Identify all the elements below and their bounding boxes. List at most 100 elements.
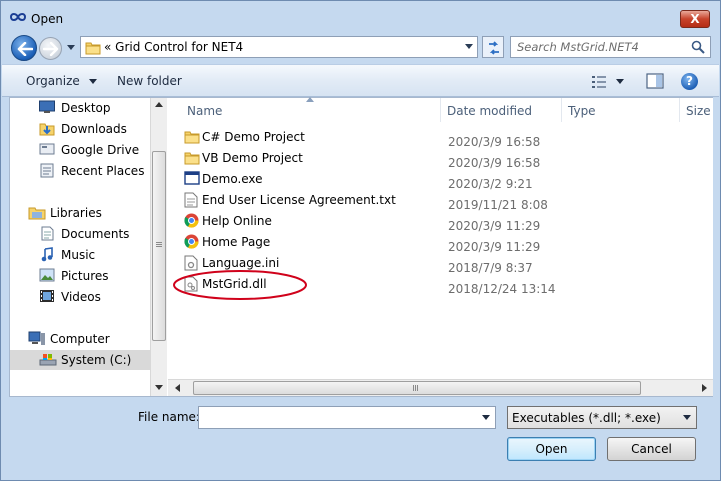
chrome-link-icon xyxy=(184,213,199,228)
scrollbar-thumb[interactable] xyxy=(152,151,166,341)
preview-pane-icon[interactable] xyxy=(646,73,664,89)
file-row[interactable]: C# Demo Project xyxy=(178,126,398,147)
nav-item-desktop[interactable]: Desktop xyxy=(10,98,150,118)
app-icon xyxy=(10,13,26,21)
breadcrumb[interactable]: « Grid Control for NET4 xyxy=(104,40,243,54)
date-cell: 2020/3/9 16:58 xyxy=(448,135,541,149)
file-row[interactable]: Language.ini xyxy=(178,252,398,273)
chevron-down-icon[interactable] xyxy=(482,415,490,420)
desktop-icon xyxy=(39,100,55,113)
text-file-icon xyxy=(184,192,198,208)
nav-item-label: Google Drive xyxy=(61,143,140,157)
nav-item-label: Music xyxy=(61,248,96,262)
new-folder-button[interactable]: New folder xyxy=(117,74,182,88)
back-button[interactable] xyxy=(11,35,37,61)
nav-item-libraries[interactable]: Libraries xyxy=(10,203,150,223)
horizontal-scrollbar[interactable] xyxy=(168,379,713,396)
nav-item-label: Videos xyxy=(61,290,101,304)
file-name-input[interactable] xyxy=(202,410,472,426)
dll-file-icon xyxy=(184,276,198,292)
nav-item-downloads[interactable]: Downloads xyxy=(10,119,150,139)
scroll-down-icon[interactable] xyxy=(155,385,163,390)
scrollbar-thumb[interactable] xyxy=(193,381,641,395)
organize-label: Organize xyxy=(26,74,80,88)
file-name: Home Page xyxy=(202,235,271,249)
file-name-combobox[interactable] xyxy=(198,406,496,429)
search-box[interactable] xyxy=(510,36,711,58)
navigation-pane: Desktop Downloads Google Drive Recent Pl… xyxy=(10,98,150,396)
recent-places-icon xyxy=(40,163,54,178)
date-cell: 2019/11/21 8:08 xyxy=(448,198,548,212)
title-bar: Open X xyxy=(1,1,720,35)
grip-icon xyxy=(156,242,162,243)
nav-item-pictures[interactable]: Pictures xyxy=(10,266,150,286)
date-cell: 2020/3/9 16:58 xyxy=(448,156,541,170)
address-bar[interactable]: « Grid Control for NET4 xyxy=(80,36,478,58)
file-name: Demo.exe xyxy=(202,172,263,186)
nav-item-documents[interactable]: Documents xyxy=(10,224,150,244)
nav-item-label: Computer xyxy=(50,332,110,346)
column-header-type[interactable]: Type xyxy=(562,98,679,122)
nav-item-computer[interactable]: Computer xyxy=(10,329,150,349)
date-cell: 2020/3/9 11:29 xyxy=(448,219,541,233)
close-button[interactable]: X xyxy=(680,10,710,28)
grip-icon xyxy=(413,385,414,391)
file-row[interactable]: Home Page xyxy=(178,231,398,252)
column-date-label: Date modified xyxy=(447,104,533,118)
file-type-value: Executables (*.dll; *.exe) xyxy=(512,411,661,425)
browser-panel: Desktop Downloads Google Drive Recent Pl… xyxy=(9,97,713,397)
forward-button[interactable] xyxy=(39,37,62,60)
scroll-up-icon[interactable] xyxy=(155,102,163,107)
forward-arrow-icon xyxy=(43,42,59,56)
nav-item-label: Documents xyxy=(61,227,130,241)
nav-item-label: Downloads xyxy=(61,122,127,136)
chevron-down-icon[interactable] xyxy=(465,44,473,50)
nav-item-system-c[interactable]: System (C:) xyxy=(10,350,150,370)
nav-item-videos[interactable]: Videos xyxy=(10,287,150,307)
refresh-button[interactable] xyxy=(482,36,504,58)
change-view-icon[interactable] xyxy=(591,75,607,89)
file-row[interactable]: MstGrid.dll xyxy=(178,273,398,294)
open-button[interactable]: Open xyxy=(507,437,596,461)
column-header-date-modified[interactable]: Date modified xyxy=(441,98,560,122)
cancel-button[interactable]: Cancel xyxy=(607,437,696,461)
views-dropdown-icon[interactable] xyxy=(616,79,624,84)
file-name: Help Online xyxy=(202,214,272,228)
videos-icon xyxy=(40,290,54,302)
search-icon[interactable] xyxy=(691,40,705,54)
scroll-right-icon[interactable] xyxy=(702,384,707,392)
sort-ascending-icon xyxy=(306,97,314,102)
exe-icon xyxy=(184,171,200,185)
file-name: End User License Agreement.txt xyxy=(202,193,396,207)
file-row[interactable]: Help Online xyxy=(178,210,398,231)
column-size-label: Size xyxy=(686,104,711,118)
help-icon[interactable]: ? xyxy=(681,73,698,90)
nav-pane-scrollbar[interactable] xyxy=(150,98,167,396)
libraries-icon xyxy=(28,207,46,220)
file-name-label: File name: xyxy=(138,410,200,424)
file-row[interactable]: VB Demo Project xyxy=(178,147,398,168)
downloads-icon xyxy=(39,123,55,136)
nav-item-label: Pictures xyxy=(61,269,109,283)
chevron-down-icon xyxy=(88,79,97,84)
nav-item-recent-places[interactable]: Recent Places xyxy=(10,161,150,181)
file-list: Name Date modified Type Size C# Demo Pro… xyxy=(168,97,713,396)
folder-icon xyxy=(184,152,200,165)
column-header-name[interactable]: Name xyxy=(168,97,440,122)
scroll-left-icon[interactable] xyxy=(175,384,180,392)
date-cell: 2020/3/2 9:21 xyxy=(448,177,533,191)
ini-file-icon xyxy=(184,255,198,271)
file-type-filter[interactable]: Executables (*.dll; *.exe) xyxy=(507,406,697,429)
file-row[interactable]: End User License Agreement.txt xyxy=(178,189,398,210)
organize-button[interactable]: Organize xyxy=(26,74,97,88)
search-input[interactable] xyxy=(517,39,687,55)
file-row[interactable]: Demo.exe xyxy=(178,168,398,189)
recent-pages-dropdown-icon[interactable] xyxy=(67,43,75,51)
date-cell: 2018/7/9 8:37 xyxy=(448,261,533,275)
nav-item-music[interactable]: Music xyxy=(10,245,150,265)
column-name-label: Name xyxy=(187,104,223,118)
column-header-size[interactable]: Size xyxy=(680,98,713,122)
documents-icon xyxy=(41,226,54,241)
date-cell: 2018/12/24 13:14 xyxy=(448,282,556,296)
nav-item-google-drive[interactable]: Google Drive xyxy=(10,140,150,160)
